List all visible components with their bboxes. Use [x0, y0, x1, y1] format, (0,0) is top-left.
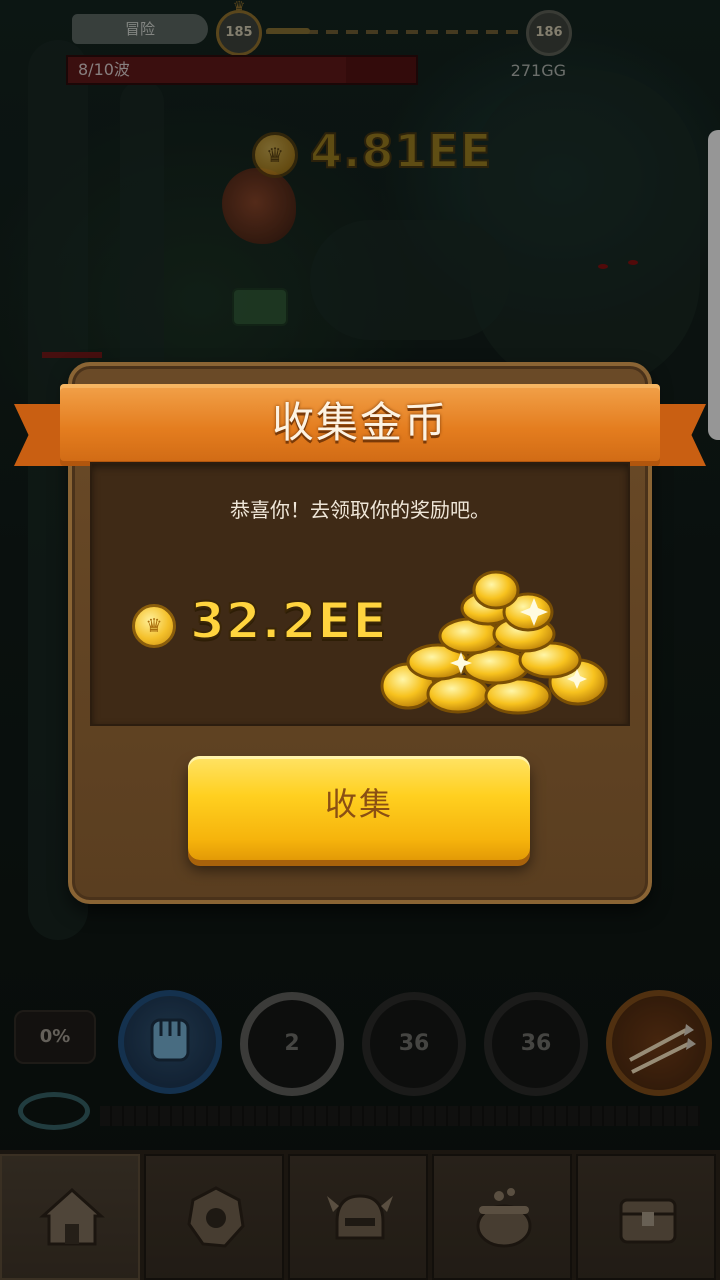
reward-amount: 32.2EE [189, 591, 388, 651]
coin-pile-icon [380, 570, 608, 715]
dialog-title: 收集金币 [271, 398, 448, 447]
congrats-message: 恭喜你！去领取你的奖励吧。 [230, 498, 490, 522]
gold-coin-icon: ♛ [132, 604, 176, 648]
collect-button[interactable]: 收集 [188, 756, 530, 860]
collect-button-label: 收集 [324, 785, 393, 823]
